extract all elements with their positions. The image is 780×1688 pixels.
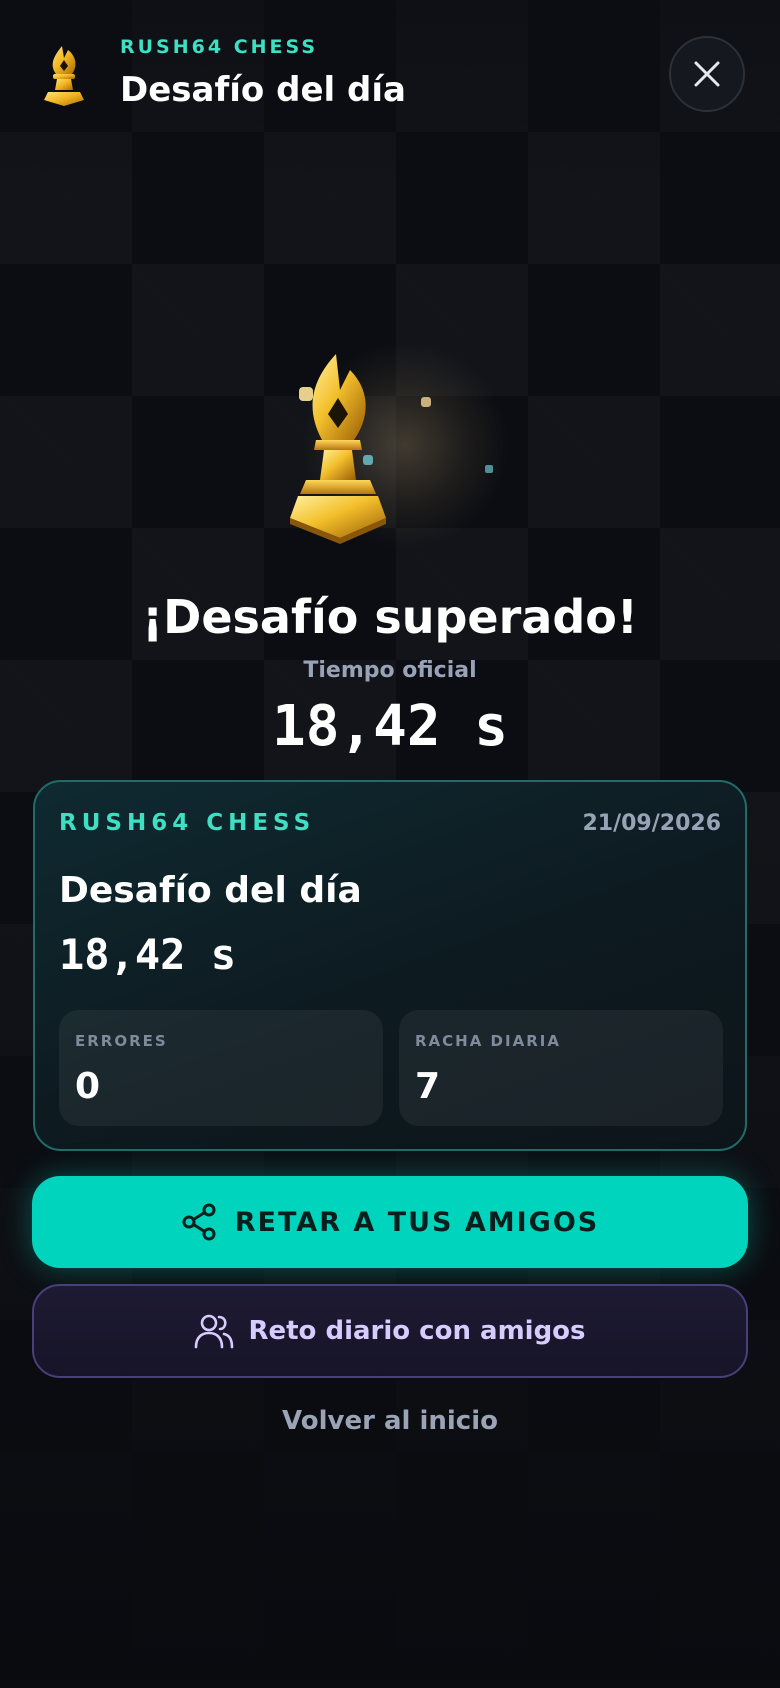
official-time-label: Tiempo oficial xyxy=(303,658,477,683)
daily-friends-button[interactable]: Reto diario con amigos xyxy=(32,1284,748,1378)
card-title: Desafío del día xyxy=(59,870,362,911)
golden-bishop-icon xyxy=(38,44,90,108)
stat-errors: ERRORES 0 xyxy=(59,1010,383,1126)
golden-bishop-trophy-icon xyxy=(276,352,406,547)
official-time-value: 18,42 s xyxy=(271,694,508,759)
users-icon xyxy=(195,1314,234,1349)
close-icon xyxy=(694,61,720,87)
stat-value: 0 xyxy=(75,1066,101,1107)
stat-label: RACHA DIARIA xyxy=(415,1032,561,1050)
back-to-home-link[interactable]: Volver al inicio xyxy=(0,1406,780,1436)
card-date: 21/09/2026 xyxy=(582,811,721,836)
daily-friends-label: Reto diario con amigos xyxy=(248,1316,586,1346)
stat-daily-streak: RACHA DIARIA 7 xyxy=(399,1010,723,1126)
page-title: Desafío del día xyxy=(120,70,406,110)
sparkle xyxy=(485,465,493,473)
challenge-friends-button[interactable]: RETAR A TUS AMIGOS xyxy=(32,1176,748,1268)
result-card: RUSH64 CHESS 21/09/2026 Desafío del día … xyxy=(33,780,747,1151)
challenge-friends-label: RETAR A TUS AMIGOS xyxy=(234,1206,600,1238)
card-brand: RUSH64 CHESS xyxy=(59,810,316,836)
card-time: 18,42 s xyxy=(59,930,237,979)
close-button[interactable] xyxy=(669,36,745,112)
stat-value: 7 xyxy=(415,1066,441,1107)
brand-label: RUSH64 CHESS xyxy=(120,36,319,58)
share-icon xyxy=(182,1203,216,1241)
success-heading: ¡Desafío superado! xyxy=(142,590,638,644)
sparkle xyxy=(421,397,431,407)
stat-label: ERRORES xyxy=(75,1032,168,1050)
